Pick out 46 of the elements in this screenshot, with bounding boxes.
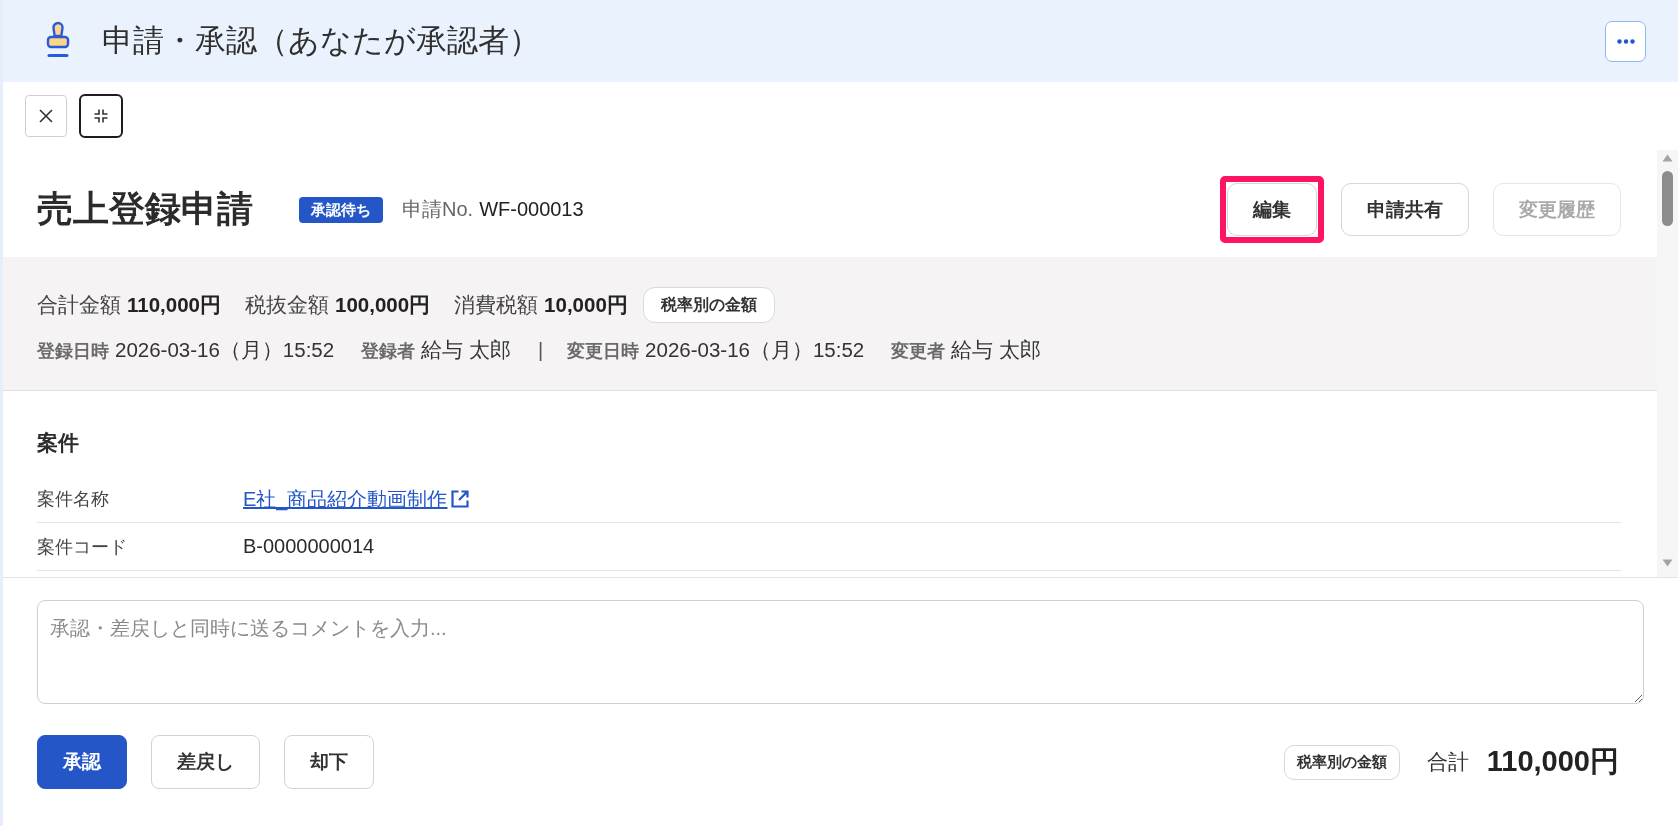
field-value: B-0000000014 <box>243 535 375 558</box>
case-link[interactable]: E社_商品紹介動画制作 <box>243 485 471 513</box>
request-number-label: 申請No. <box>402 197 474 222</box>
meta-label: 変更者 <box>891 340 946 363</box>
close-button[interactable] <box>25 95 67 137</box>
scrollbar-thumb[interactable] <box>1662 171 1673 226</box>
collapse-icon <box>94 109 108 123</box>
decision-button[interactable]: 承認 <box>37 735 127 789</box>
total-value: 110,000円 <box>1486 744 1619 779</box>
field-label: 案件名称 <box>37 488 110 511</box>
decision-button[interactable]: 差戻し <box>151 735 260 789</box>
meta-value: 2026-03-16（月）15:52 <box>115 337 335 363</box>
more-options-button[interactable] <box>1605 20 1646 62</box>
meta-label: 変更日時 <box>567 340 640 363</box>
tax-breakdown-button[interactable]: 税率別の金額 <box>642 287 775 323</box>
meta-value: 給与 太郎 <box>951 337 1041 363</box>
scroll-down-icon[interactable] <box>1662 559 1673 567</box>
meta-value: 給与 太郎 <box>421 337 511 363</box>
request-number: WF-000013 <box>479 198 584 221</box>
meta-separator: | <box>537 339 544 362</box>
amount-label: 合計金額 <box>37 292 121 318</box>
request-title: 売上登録申請 <box>37 187 253 231</box>
close-icon <box>39 109 53 123</box>
meta-value: 2026-03-16（月）15:52 <box>645 337 865 363</box>
meta-label: 登録日時 <box>37 340 109 363</box>
status-badge: 承認待ち <box>299 196 383 223</box>
comment-field[interactable]: 承認・差戻しと同時に送るコメントを入力... <box>37 600 1644 704</box>
scrollbar-track[interactable] <box>1657 150 1678 577</box>
header-action-button[interactable]: 編集 <box>1227 183 1317 236</box>
amount-label: 消費税額 <box>454 292 539 318</box>
external-link-icon <box>450 489 471 509</box>
tax-breakdown-button[interactable]: 税率別の金額 <box>1283 744 1400 780</box>
field-label: 案件コード <box>37 535 128 559</box>
header-action-button[interactable]: 申請共有 <box>1341 183 1469 236</box>
amount-label: 税抜金額 <box>245 292 329 318</box>
amount-value: 110,000円 <box>127 292 221 318</box>
more-icon <box>1616 38 1635 44</box>
scroll-up-icon[interactable] <box>1662 154 1673 162</box>
section-heading: 案件 <box>37 431 79 455</box>
amount-value: 100,000円 <box>335 292 431 318</box>
page-title: 申請・承認（あなたが承認者） <box>102 22 540 60</box>
amount-value: 10,000円 <box>544 292 628 318</box>
meta-label: 登録者 <box>361 340 416 363</box>
total-label: 合計 <box>1426 749 1469 775</box>
decision-button[interactable]: 却下 <box>284 735 374 789</box>
collapse-button[interactable] <box>79 94 123 138</box>
